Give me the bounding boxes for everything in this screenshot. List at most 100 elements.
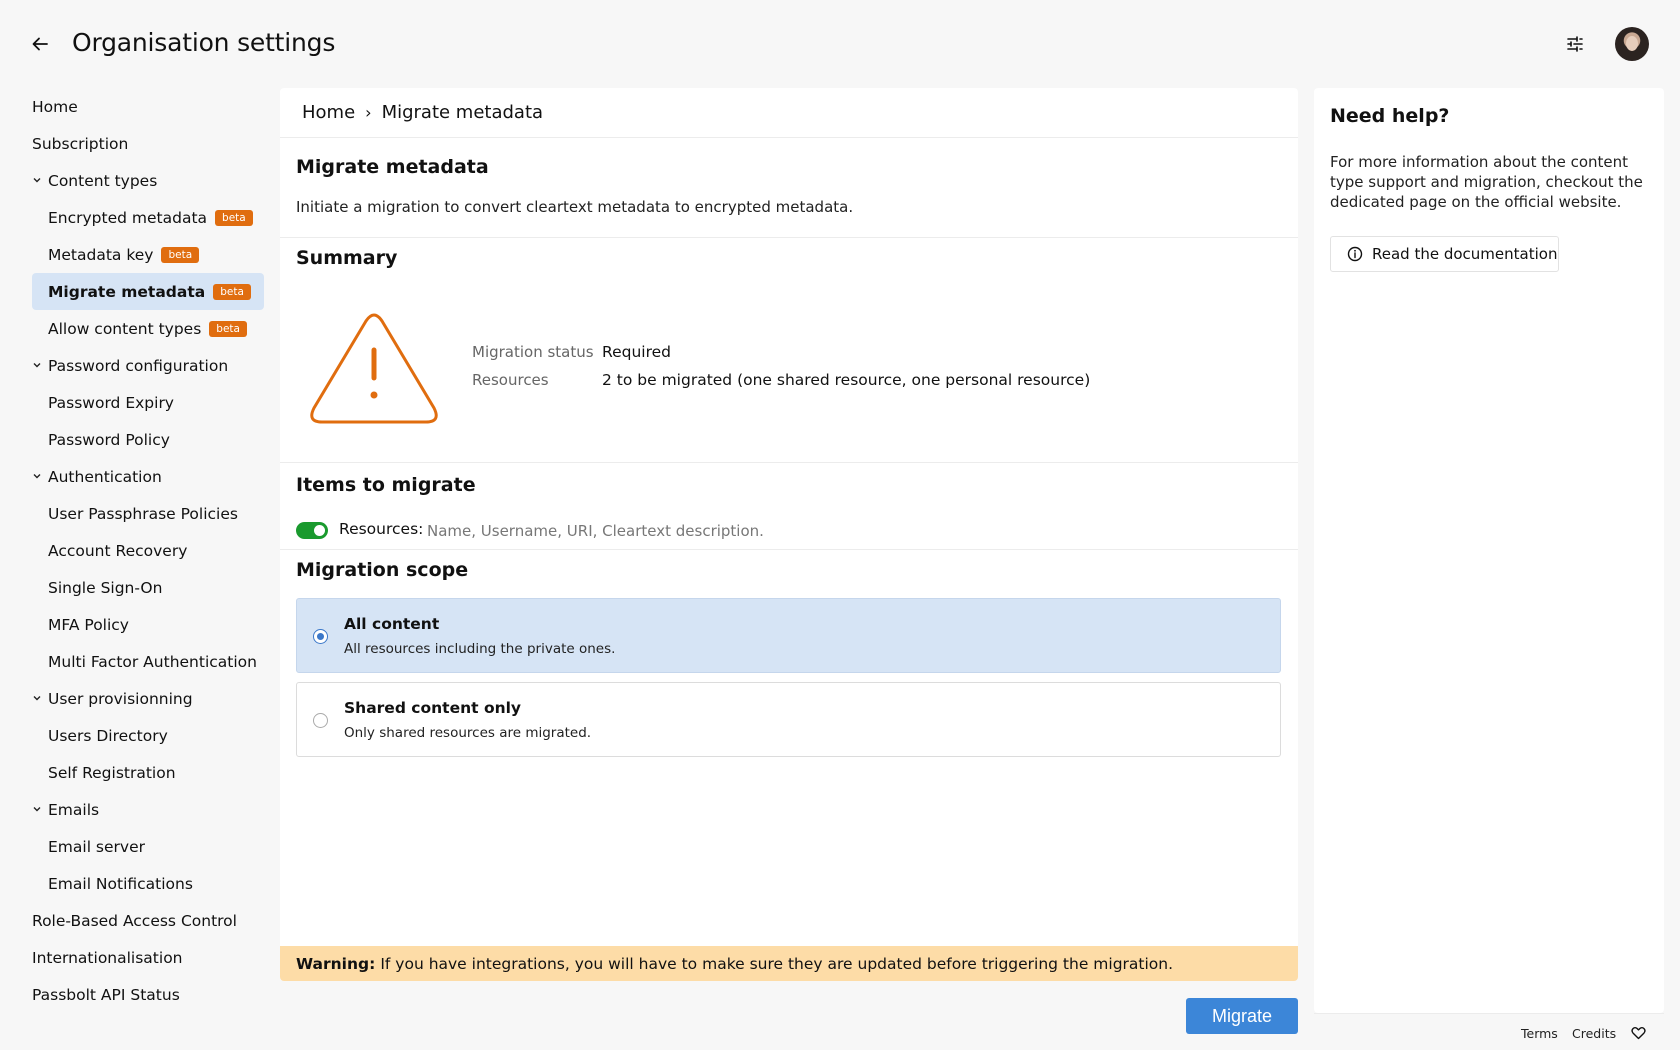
sidebar-item-single-sign-on[interactable]: Single Sign-On (32, 569, 264, 606)
sidebar-item-password-policy[interactable]: Password Policy (32, 421, 264, 458)
sidebar-item-encrypted-metadata[interactable]: Encrypted metadata beta (32, 199, 264, 236)
breadcrumb-home[interactable]: Home (302, 102, 355, 123)
sidebar-item-account-recovery[interactable]: Account Recovery (32, 532, 264, 569)
breadcrumb-current: Migrate metadata (381, 102, 544, 123)
items-section: Items to migrate Resources: Name, Userna… (280, 463, 1298, 550)
help-text: For more information about the content t… (1330, 153, 1643, 211)
sidebar-nav: Home Subscription Content types Encrypte… (32, 88, 264, 1013)
warning-label: Warning: (296, 954, 376, 973)
section-title: Migrate metadata (296, 156, 489, 178)
footer: Terms Credits (1314, 1013, 1664, 1050)
sidebar-item-label: Account Recovery (48, 541, 188, 560)
breadcrumb-separator: › (365, 103, 372, 122)
sidebar-item-internationalisation[interactable]: Internationalisation (32, 939, 264, 976)
radio-button[interactable] (313, 629, 328, 644)
resources-label: Resources (472, 371, 549, 389)
sidebar-item-label: Home (32, 97, 78, 116)
option-desc: All resources including the private ones… (344, 641, 616, 657)
sidebar-item-self-registration[interactable]: Self Registration (32, 754, 264, 791)
info-circle-icon (1347, 246, 1363, 262)
sidebar-item-email-notifications[interactable]: Email Notifications (32, 865, 264, 902)
chevron-down-icon (32, 693, 42, 703)
chevron-down-icon (32, 360, 42, 370)
help-panel: Need help? For more information about th… (1314, 88, 1664, 1013)
beta-badge: beta (161, 246, 200, 263)
warning-bar: Warning: If you have integrations, you w… (280, 946, 1298, 981)
sidebar-item-label: Allow content types (48, 319, 202, 338)
sidebar-item-label: Multi Factor Authentication (48, 652, 257, 671)
read-documentation-button[interactable]: Read the documentation (1330, 236, 1559, 272)
sliders-icon (1567, 36, 1583, 52)
sidebar-item-label: Role-Based Access Control (32, 911, 237, 930)
option-title: All content (344, 615, 440, 633)
sidebar-item-label: Passbolt API Status (32, 985, 180, 1004)
scope-section: Migration scope All content All resource… (280, 550, 1298, 780)
sidebar-item-mfa-policy[interactable]: MFA Policy (32, 606, 264, 643)
sidebar-item-label: Authentication (48, 467, 162, 486)
sidebar-item-password-expiry[interactable]: Password Expiry (32, 384, 264, 421)
option-desc: Only shared resources are migrated. (344, 725, 592, 741)
chevron-down-icon (32, 804, 42, 814)
migrate-button[interactable]: Migrate (1186, 998, 1298, 1034)
radio-button[interactable] (313, 713, 328, 728)
sidebar-item-label: Single Sign-On (48, 578, 163, 597)
credits-link[interactable]: Credits (1572, 1026, 1616, 1041)
sidebar-item-label: Metadata key (48, 245, 154, 264)
chevron-down-icon (32, 471, 42, 481)
back-button[interactable] (28, 32, 52, 56)
sidebar-item-label: Content types (48, 171, 158, 190)
main-panel: Home › Migrate metadata Migrate metadata… (280, 88, 1298, 981)
sidebar-item-label: Password configuration (48, 356, 229, 375)
sidebar-item-migrate-metadata[interactable]: Migrate metadata beta (32, 273, 264, 310)
beta-badge: beta (215, 209, 253, 226)
migration-status-value: Required (602, 343, 671, 361)
sidebar-item-users-directory[interactable]: Users Directory (32, 717, 264, 754)
migration-status-label: Migration status (472, 343, 594, 361)
sidebar-item-label: Email server (48, 837, 145, 856)
summary-section: Summary Migration status Required Resour… (280, 238, 1298, 463)
intro-section: Migrate metadata Initiate a migration to… (280, 138, 1298, 238)
sidebar-group-authentication[interactable]: Authentication (32, 458, 264, 495)
heart-icon[interactable] (1631, 1026, 1646, 1040)
sidebar-item-subscription[interactable]: Subscription (32, 125, 264, 162)
sidebar-item-multi-factor-authentication[interactable]: Multi Factor Authentication (32, 643, 264, 680)
sidebar-group-emails[interactable]: Emails (32, 791, 264, 828)
sidebar-item-label: Migrate metadata (48, 282, 206, 301)
summary-title: Summary (296, 247, 398, 269)
header: Organisation settings (0, 0, 1680, 88)
sidebar-item-email-server[interactable]: Email server (32, 828, 264, 865)
sidebar-group-user-provisionning[interactable]: User provisionning (32, 680, 264, 717)
sidebar-item-label: Internationalisation (32, 948, 183, 967)
sidebar-item-label: Password Expiry (48, 393, 174, 412)
sidebar-item-label: Self Registration (48, 763, 176, 782)
intro-text: Initiate a migration to convert cleartex… (296, 198, 854, 216)
sidebar-item-rbac[interactable]: Role-Based Access Control (32, 902, 264, 939)
avatar[interactable] (1615, 27, 1649, 61)
scope-option-all-content[interactable]: All content All resources including the … (296, 598, 1281, 673)
sidebar-item-label: Subscription (32, 134, 129, 153)
beta-badge: beta (209, 320, 247, 337)
settings-filter-button[interactable] (1562, 31, 1588, 57)
sidebar-item-user-passphrase-policies[interactable]: User Passphrase Policies (32, 495, 264, 532)
sidebar-group-password-configuration[interactable]: Password configuration (32, 347, 264, 384)
sidebar-item-api-status[interactable]: Passbolt API Status (32, 976, 264, 1013)
scope-option-shared-only[interactable]: Shared content only Only shared resource… (296, 682, 1281, 757)
terms-link[interactable]: Terms (1521, 1026, 1558, 1041)
sidebar-item-label: Emails (48, 800, 100, 819)
sidebar-item-label: User provisionning (48, 689, 193, 708)
sidebar-item-label: Users Directory (48, 726, 168, 745)
read-documentation-label: Read the documentation (1372, 245, 1558, 263)
resources-value: 2 to be migrated (one shared resource, o… (602, 371, 1091, 389)
sidebar-item-label: MFA Policy (48, 615, 129, 634)
option-title: Shared content only (344, 699, 522, 717)
resources-toggle[interactable] (296, 522, 328, 539)
help-title: Need help? (1330, 105, 1450, 127)
page-title: Organisation settings (72, 28, 336, 57)
scope-title: Migration scope (296, 559, 469, 581)
warning-text: If you have integrations, you will have … (380, 954, 1174, 973)
sidebar-item-allow-content-types[interactable]: Allow content types beta (32, 310, 264, 347)
sidebar-group-content-types[interactable]: Content types (32, 162, 264, 199)
beta-badge: beta (213, 283, 251, 300)
sidebar-item-metadata-key[interactable]: Metadata key beta (32, 236, 264, 273)
sidebar-item-home[interactable]: Home (32, 88, 264, 125)
